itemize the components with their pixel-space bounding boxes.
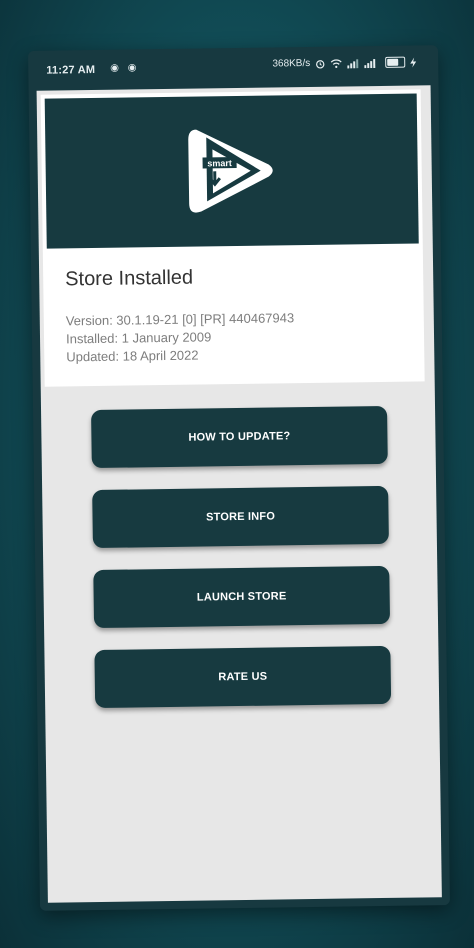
store-info-card: smart Store Installed Version: 30.1.19-2…: [40, 89, 425, 387]
notification-icons: ◉ ◉: [110, 62, 140, 74]
updated-text: Updated: 18 April 2022: [66, 347, 199, 365]
charging-icon: [410, 57, 417, 68]
signal-icon: [347, 58, 359, 68]
store-info-button[interactable]: STORE INFO: [92, 485, 389, 549]
logo-text: smart: [207, 158, 232, 168]
phone-frame: 11:27 AM ◉ ◉ 368KB/s smart Store Install…: [28, 45, 450, 911]
version-text: Version: 30.1.19-21 [0] [PR] 440467943: [65, 310, 295, 329]
how-to-update-button[interactable]: HOW TO UPDATE?: [91, 405, 388, 469]
status-right: 368KB/s: [272, 56, 417, 70]
store-logo-icon: smart: [188, 129, 273, 213]
store-status-title: Store Installed: [65, 266, 194, 291]
store-meta: Version: 30.1.19-21 [0] [PR] 440467943 I…: [66, 309, 295, 366]
battery-icon: [385, 56, 406, 68]
net-speed: 368KB/s: [272, 57, 311, 70]
wifi-icon: [330, 58, 342, 68]
status-time: 11:27 AM: [46, 63, 96, 77]
rate-us-button[interactable]: RATE US: [94, 645, 392, 709]
signal-icon-2: [364, 58, 376, 68]
store-banner: smart: [44, 93, 419, 249]
launch-store-button[interactable]: LAUNCH STORE: [93, 565, 391, 629]
status-bar: 11:27 AM ◉ ◉ 368KB/s: [28, 45, 439, 91]
app-screen: smart Store Installed Version: 30.1.19-2…: [36, 85, 442, 903]
alarm-icon: [316, 59, 325, 69]
